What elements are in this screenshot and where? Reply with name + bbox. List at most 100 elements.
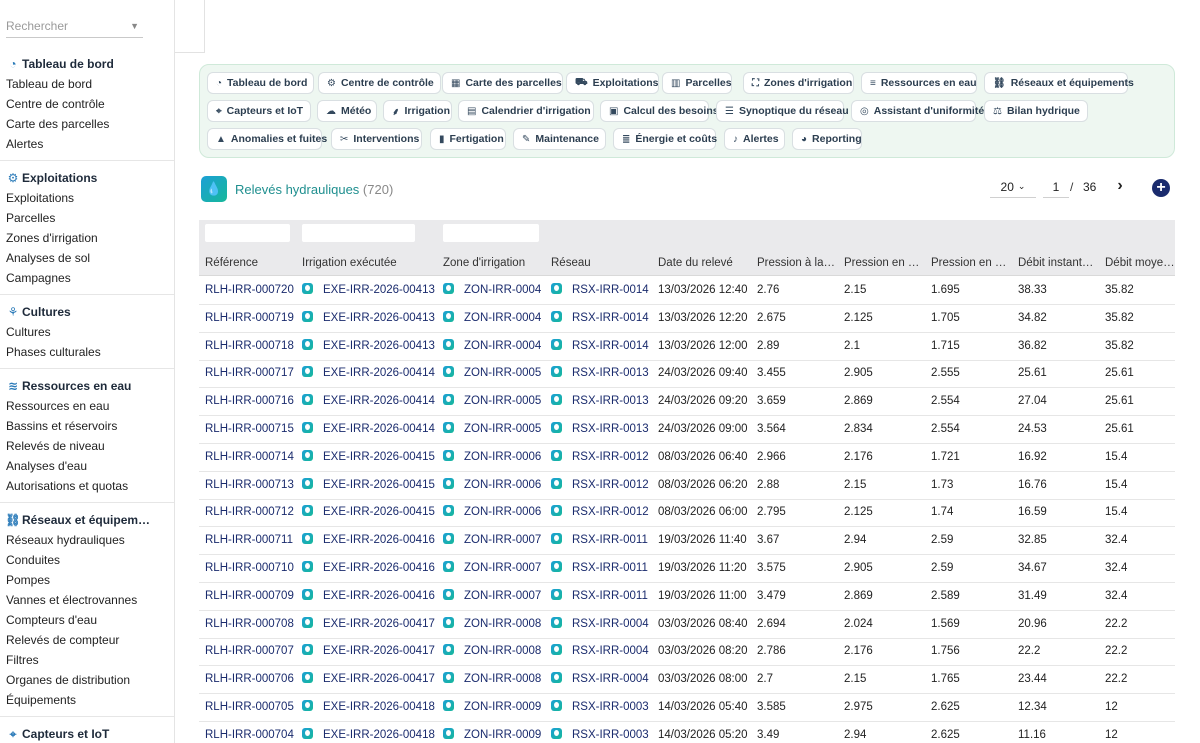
cell-link[interactable]: RSX-IRR-0012 [572,479,649,491]
cell-link[interactable]: EXE-IRR-2026-00414 [323,395,435,407]
cell-link[interactable]: RLH-IRR-000720 [205,284,294,296]
cell-link[interactable]: RLH-IRR-000713 [205,479,294,491]
table-cell[interactable]: ZON-IRR-0004 [443,333,548,360]
nav-chip[interactable]: ◎ Assistant d'uniformité [851,100,984,122]
cell-link[interactable]: ZON-IRR-0007 [464,590,541,602]
cell-link[interactable]: EXE-IRR-2026-00417 [323,618,435,630]
column-header[interactable]: Pression en … [931,250,1015,276]
table-cell[interactable]: RSX-IRR-0012 [551,472,655,499]
table-cell[interactable]: EXE-IRR-2026-00416 [302,583,440,610]
cell-link[interactable]: RSX-IRR-0012 [572,506,649,518]
table-row[interactable]: RLH-IRR-000709 EXE-IRR-2026-00416 ZON-IRR-… [199,583,1175,611]
sidebar-item[interactable]: Centre de contrôle [0,94,174,114]
next-page-button[interactable]: › [1111,176,1129,196]
table-row[interactable]: RLH-IRR-000714 EXE-IRR-2026-00415 ZON-IRR-… [199,444,1175,472]
cell-link[interactable]: RLH-IRR-000715 [205,423,294,435]
cell-link[interactable]: ZON-IRR-0004 [464,284,541,296]
sidebar-item[interactable]: Relevés de compteur [0,630,174,650]
sidebar-item[interactable]: Relevés de niveau [0,436,174,456]
table-cell[interactable]: ZON-IRR-0004 [443,277,548,304]
record-link-icon[interactable] [443,588,454,600]
nav-chip[interactable]: ☰ Synoptique du réseau [716,100,849,122]
sidebar-item[interactable]: Analyses d'eau [0,456,174,476]
table-cell[interactable]: ZON-IRR-0007 [443,527,548,554]
record-link-icon[interactable] [302,644,313,656]
column-header[interactable]: Pression à la… [757,250,841,276]
table-row[interactable]: RLH-IRR-000718 EXE-IRR-2026-00413 ZON-IRR-… [199,333,1175,361]
cell-link[interactable]: EXE-IRR-2026-00413 [323,312,435,324]
cell-link[interactable]: ZON-IRR-0008 [464,673,541,685]
cell-link[interactable]: RLH-IRR-000704 [205,729,294,741]
table-cell[interactable]: RLH-IRR-000714 [205,444,299,471]
sidebar-item[interactable]: Zones d'irrigation [0,228,174,248]
filter-reference-input[interactable] [205,224,290,242]
record-link-icon[interactable] [551,672,562,684]
table-row[interactable]: RLH-IRR-000712 EXE-IRR-2026-00415 ZON-IRR-… [199,499,1175,528]
table-cell[interactable]: EXE-IRR-2026-00414 [302,388,440,415]
table-cell[interactable]: RSX-IRR-0014 [551,333,655,360]
table-cell[interactable]: RLH-IRR-000716 [205,388,299,415]
sidebar-item[interactable]: Vannes et électrovannes [0,590,174,610]
record-link-icon[interactable] [551,644,562,656]
record-link-icon[interactable] [443,727,454,739]
nav-chip[interactable]: ⛶ Zones d'irrigation [743,72,854,94]
cell-link[interactable]: ZON-IRR-0005 [464,395,541,407]
sidebar-section-header[interactable]: ⚙ Exploitations [0,168,174,188]
cell-link[interactable]: ZON-IRR-0007 [464,534,541,546]
nav-chip[interactable]: ▤ Calendrier d'irrigation [458,100,594,122]
cell-link[interactable]: RLH-IRR-000705 [205,701,294,713]
sidebar-item[interactable]: Pompes [0,570,174,590]
cell-link[interactable]: ZON-IRR-0009 [464,729,541,741]
nav-chip[interactable]: ▥ Parcelles [662,72,732,94]
record-link-icon[interactable] [551,727,562,739]
table-cell[interactable]: RLH-IRR-000712 [205,499,299,526]
record-link-icon[interactable] [551,338,562,350]
cell-link[interactable]: RSX-IRR-0011 [572,534,648,546]
record-link-icon[interactable] [443,616,454,628]
cell-link[interactable]: ZON-IRR-0008 [464,645,541,657]
table-cell[interactable]: RSX-IRR-0013 [551,388,655,415]
sidebar-item[interactable]: Équipements [0,690,174,710]
cell-link[interactable]: EXE-IRR-2026-00416 [323,562,435,574]
record-link-icon[interactable] [302,477,313,489]
table-cell[interactable]: RLH-IRR-000707 [205,638,299,665]
cell-link[interactable]: ZON-IRR-0005 [464,423,541,435]
cell-link[interactable]: RSX-IRR-0013 [572,423,649,435]
record-link-icon[interactable] [551,616,562,628]
table-row[interactable]: RLH-IRR-000716 EXE-IRR-2026-00414 ZON-IRR-… [199,388,1175,417]
table-cell[interactable]: ZON-IRR-0007 [443,583,548,610]
chevron-down-icon[interactable]: ▼ [130,21,139,31]
table-cell[interactable]: ZON-IRR-0009 [443,694,548,721]
sidebar-item[interactable]: Carte des parcelles [0,114,174,134]
table-cell[interactable]: RSX-IRR-0013 [551,360,655,387]
table-cell[interactable]: RSX-IRR-0012 [551,444,655,471]
sidebar-item[interactable]: Parcelles [0,208,174,228]
nav-chip[interactable]: ▦ Carte des parcelles [442,72,563,94]
table-cell[interactable]: EXE-IRR-2026-00418 [302,694,440,721]
record-link-icon[interactable] [302,310,313,322]
record-link-icon[interactable] [551,422,562,433]
sidebar-item[interactable]: Conduites [0,550,174,570]
table-cell[interactable]: RSX-IRR-0012 [551,499,655,526]
table-cell[interactable]: ZON-IRR-0005 [443,388,548,415]
record-link-icon[interactable] [443,672,454,684]
table-cell[interactable]: RLH-IRR-000705 [205,694,299,721]
table-row[interactable]: RLH-IRR-000720 EXE-IRR-2026-00413 ZON-IRR-… [199,277,1175,305]
cell-link[interactable]: RSX-IRR-0013 [572,395,649,407]
column-header[interactable]: Irrigation exécutée [302,250,440,276]
sidebar-item[interactable]: Organes de distribution [0,670,174,690]
record-link-icon[interactable] [302,283,313,294]
record-link-icon[interactable] [443,422,454,433]
record-link-icon[interactable] [302,588,313,600]
record-link-icon[interactable] [551,283,562,294]
table-cell[interactable]: RSX-IRR-0004 [551,638,655,665]
table-cell[interactable]: RSX-IRR-0003 [551,722,655,743]
record-link-icon[interactable] [302,700,313,711]
nav-chip[interactable]: ⛟ Exploitations [566,72,659,94]
table-cell[interactable]: ZON-IRR-0006 [443,444,548,471]
table-row[interactable]: RLH-IRR-000708 EXE-IRR-2026-00417 ZON-IRR-… [199,611,1175,639]
cell-link[interactable]: EXE-IRR-2026-00417 [323,673,435,685]
table-cell[interactable]: EXE-IRR-2026-00416 [302,527,440,554]
record-link-icon[interactable] [443,366,454,378]
cell-link[interactable]: EXE-IRR-2026-00414 [323,423,435,435]
